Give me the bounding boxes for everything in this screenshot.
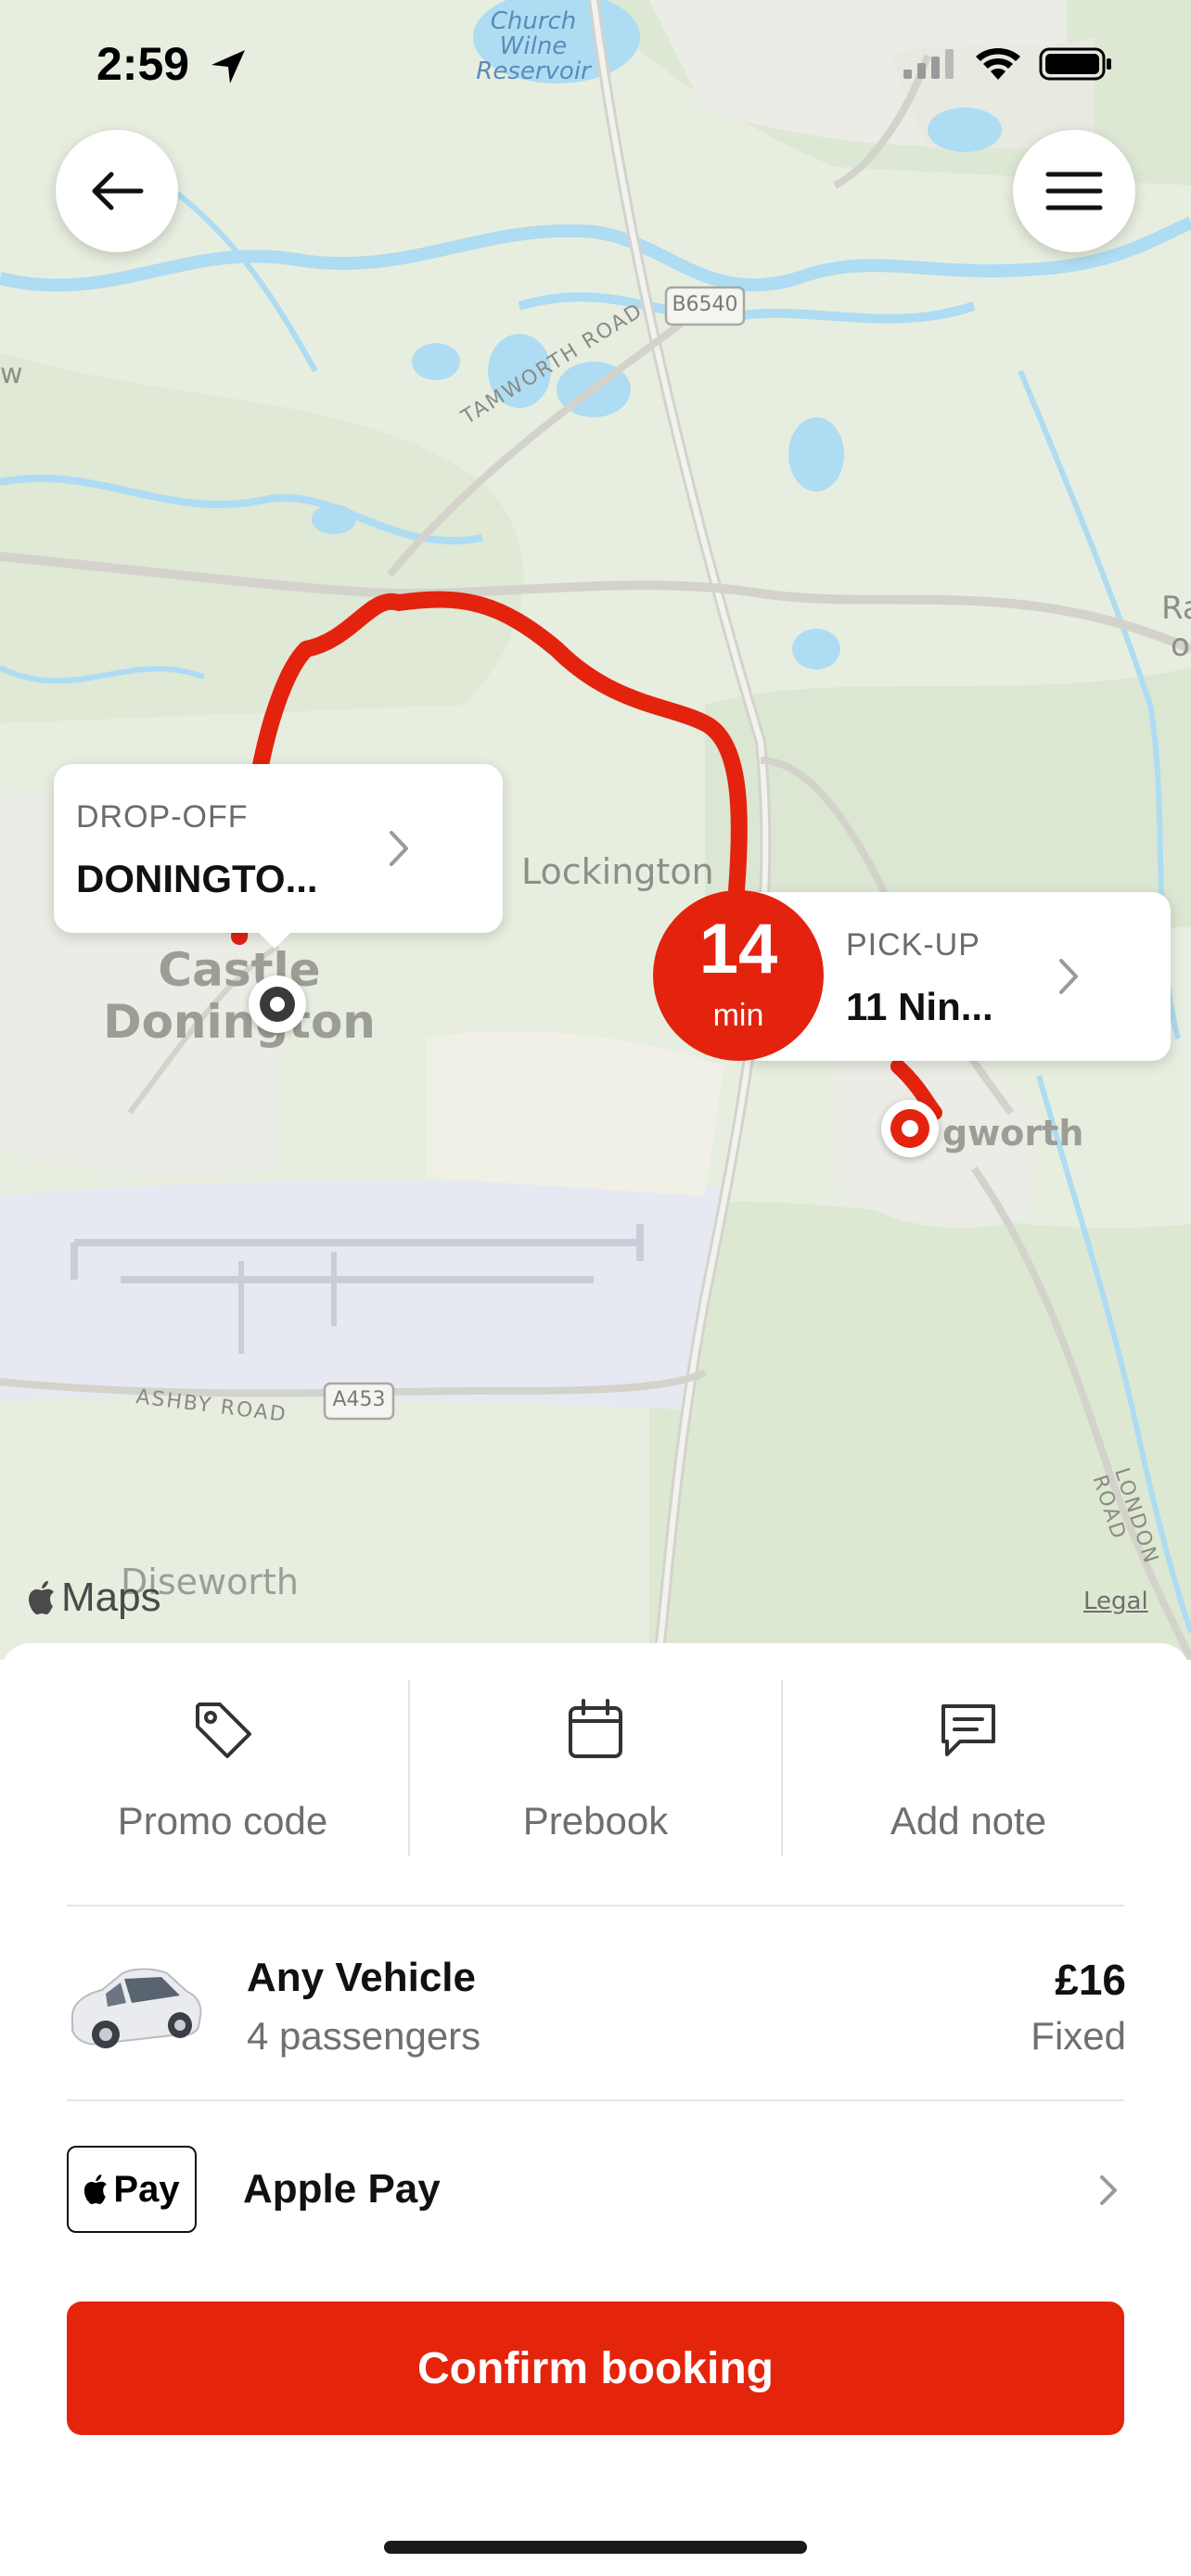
map-view[interactable]: Church Wilne Reservoir B6540 TAMWORTH RO… <box>0 0 1191 1660</box>
chevron-right-icon <box>390 831 408 866</box>
eta-unit: min <box>712 998 764 1033</box>
vehicle-passengers: 4 passengers <box>247 2014 481 2058</box>
vehicle-option[interactable]: Any Vehicle 4 passengers £16 Fixed <box>65 1940 1126 2079</box>
map-label-edge-r: Ra <box>1161 590 1191 627</box>
apple-logo-icon <box>84 2174 108 2204</box>
promo-code-label: Promo code <box>117 1799 328 1843</box>
pickup-marker-icon <box>881 1100 939 1157</box>
map-label-lockington: Lockington <box>521 851 714 892</box>
map-label-reservoir: Church Wilne Reservoir <box>476 7 591 85</box>
eta-minutes: 14 <box>698 910 778 988</box>
map-label-b6540: B6540 <box>672 293 738 316</box>
cellular-signal-icon <box>903 49 954 79</box>
maps-attribution-text: Maps <box>61 1575 161 1620</box>
booking-sheet: Promo code Prebook Add note Any Vehicle … <box>0 1643 1191 2576</box>
payment-method-row[interactable]: Pay Apple Pay <box>67 2144 1124 2237</box>
chevron-right-icon <box>1059 959 1078 994</box>
confirm-booking-button[interactable]: Confirm booking <box>67 2302 1124 2435</box>
chevron-right-icon <box>1100 2175 1117 2205</box>
divider <box>67 1905 1124 1906</box>
vehicle-title: Any Vehicle <box>247 1955 477 2000</box>
apple-pay-badge: Pay <box>67 2146 197 2233</box>
calendar-icon <box>569 1699 622 1758</box>
dropoff-caption: DROP-OFF <box>76 799 249 835</box>
pickup-caption: PICK-UP <box>846 927 980 963</box>
map-label-castle-donington: Castle Donington <box>103 943 376 1049</box>
eta-badge: 14 min <box>653 890 824 1061</box>
dropoff-marker-icon <box>249 976 306 1033</box>
vehicle-price: £16 <box>1055 1956 1126 2004</box>
note-icon <box>941 1704 995 1756</box>
location-arrow-icon <box>211 50 245 83</box>
back-button[interactable] <box>56 130 178 252</box>
wifi-icon <box>976 48 1020 80</box>
pickup-address: 11 Nin... <box>846 985 993 1028</box>
hamburger-menu-icon <box>1045 172 1103 210</box>
prebook-button[interactable]: Prebook <box>408 1680 781 1856</box>
add-note-label: Add note <box>890 1799 1047 1843</box>
car-icon <box>71 1968 202 2048</box>
map-label-edge-w: w <box>0 358 23 390</box>
divider <box>67 2099 1124 2101</box>
payment-method-label: Apple Pay <box>243 2166 441 2212</box>
tag-icon <box>196 1702 251 1758</box>
arrow-left-icon <box>92 172 144 210</box>
map-label-edge-o: o <box>1171 627 1190 664</box>
apple-logo-icon <box>29 1581 54 1614</box>
home-indicator <box>384 2541 807 2554</box>
menu-button[interactable] <box>1013 130 1135 252</box>
booking-options: Promo code Prebook Add note <box>37 1680 1154 1856</box>
status-time: 2:59 <box>96 38 190 90</box>
map-label-a453: A453 <box>332 1388 386 1411</box>
battery-icon <box>1039 47 1111 81</box>
add-note-button[interactable]: Add note <box>781 1680 1154 1856</box>
status-icons <box>902 46 1113 82</box>
map-label-hemington: gworth <box>942 1113 1084 1154</box>
dropoff-callout[interactable]: DROP-OFF DONINGTO... <box>54 764 503 949</box>
apple-pay-badge-text: Pay <box>113 2168 180 2210</box>
maps-attribution: Maps <box>28 1575 161 1621</box>
legal-link[interactable]: Legal <box>1083 1588 1148 1615</box>
dropoff-address: DONINGTO... <box>76 857 318 900</box>
prebook-label: Prebook <box>522 1799 669 1843</box>
vehicle-price-type: Fixed <box>1031 2014 1126 2058</box>
promo-code-button[interactable]: Promo code <box>37 1680 408 1856</box>
